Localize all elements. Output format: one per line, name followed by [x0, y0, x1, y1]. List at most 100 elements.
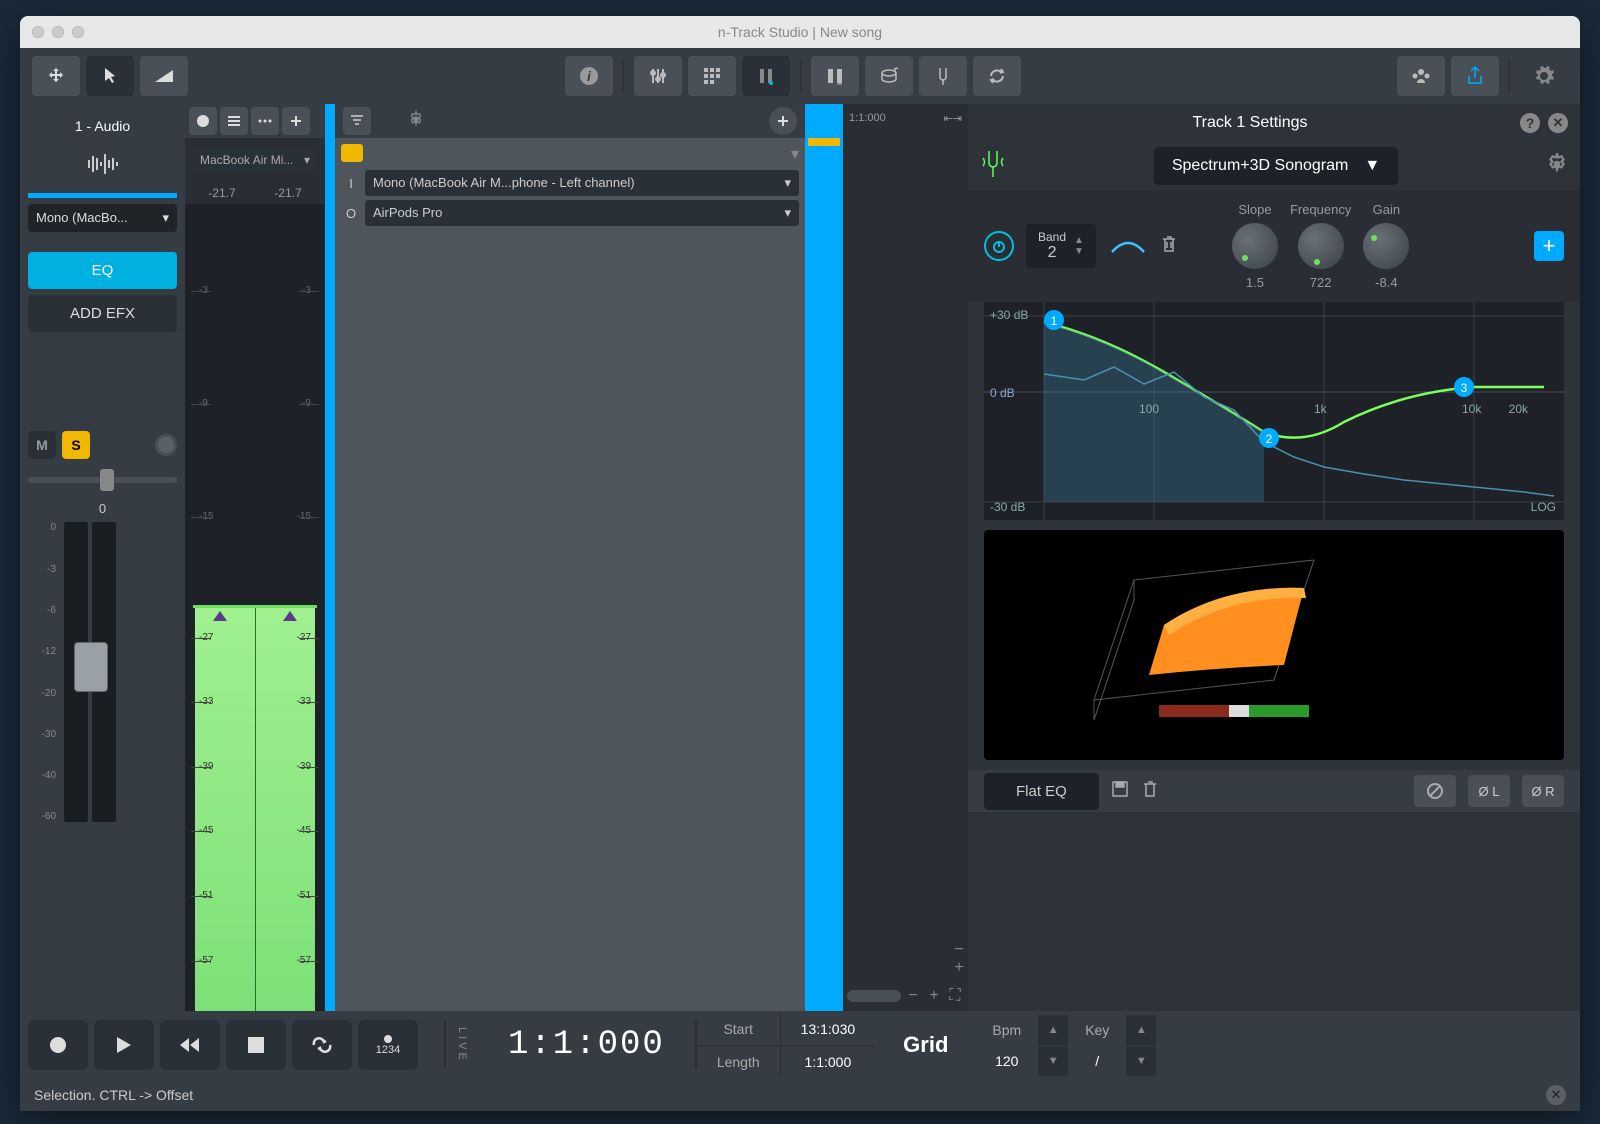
- tuning-fork-icon[interactable]: [980, 148, 1006, 185]
- input-select[interactable]: Mono (MacBo...▾: [28, 204, 177, 232]
- output-meter-display: -27-27 -33-33 -39-39 -45-45 -51-51 -57-5…: [185, 608, 325, 1012]
- phase-left-button[interactable]: Ø L: [1468, 775, 1510, 807]
- time-display[interactable]: 1:1:000: [478, 1026, 695, 1064]
- filter-icon[interactable]: [343, 107, 371, 135]
- eq-spectrum-plot[interactable]: 1 2 3 +30 dB 0 dB -30 dB 100 1k 10k 20k …: [984, 302, 1564, 520]
- track-clip-lane[interactable]: [805, 104, 843, 1011]
- v-zoom-out-button[interactable]: −: [950, 941, 968, 959]
- filter-shape-icon[interactable]: [1108, 232, 1148, 261]
- track-waveform-icon: [28, 146, 177, 187]
- stop-button[interactable]: [226, 1020, 286, 1070]
- pan-slider[interactable]: [28, 477, 177, 483]
- play-button[interactable]: [94, 1020, 154, 1070]
- menu-icon[interactable]: [220, 107, 248, 135]
- info-button[interactable]: i: [565, 56, 613, 96]
- frequency-knob[interactable]: [1298, 223, 1344, 269]
- pointer-tool-button[interactable]: [86, 56, 134, 96]
- phase-invert-button[interactable]: [1414, 775, 1456, 807]
- zoom-in-button[interactable]: +: [925, 987, 943, 1005]
- metering-button[interactable]: [742, 56, 790, 96]
- mute-button[interactable]: M: [28, 431, 56, 459]
- loop-button[interactable]: [292, 1020, 352, 1070]
- v-zoom-in-button[interactable]: +: [950, 959, 968, 977]
- device-select[interactable]: MacBook Air Mi...▾: [194, 147, 316, 173]
- phase-right-button[interactable]: Ø R: [1522, 775, 1564, 807]
- fade-tool-button[interactable]: [140, 56, 188, 96]
- band-select[interactable]: Band2 ▲▼: [1026, 224, 1096, 268]
- track-output-select[interactable]: AirPods Pro▾: [365, 200, 799, 226]
- track-settings-icon[interactable]: [407, 110, 425, 133]
- track-accent-strip: [325, 104, 335, 1011]
- gain-knob[interactable]: [1363, 223, 1409, 269]
- sonogram-3d[interactable]: [984, 530, 1564, 760]
- track-solo-toggle[interactable]: [341, 144, 363, 162]
- share-button[interactable]: [1451, 56, 1499, 96]
- track-settings-panel: Track 1 Settings ? ✕ Spectrum+3D Sonogra…: [968, 104, 1580, 1011]
- delete-preset-icon[interactable]: [1141, 779, 1159, 804]
- track-level-meter: [28, 193, 177, 198]
- svg-text:2: 2: [1266, 432, 1273, 446]
- rewind-button[interactable]: [160, 1020, 220, 1070]
- record-button[interactable]: [28, 1020, 88, 1070]
- record-icon[interactable]: [189, 107, 217, 135]
- close-window-button[interactable]: [32, 26, 44, 38]
- collab-button[interactable]: [1397, 56, 1445, 96]
- add-track-button[interactable]: [769, 107, 797, 135]
- snap-mode[interactable]: Grid: [875, 1032, 976, 1058]
- drums-button[interactable]: [865, 56, 913, 96]
- eq-button[interactable]: EQ: [28, 252, 177, 289]
- svg-text:3: 3: [1461, 381, 1468, 395]
- timeline-ruler[interactable]: [843, 138, 968, 981]
- maximize-window-button[interactable]: [72, 26, 84, 38]
- slope-knob[interactable]: [1232, 223, 1278, 269]
- pan-value: 0: [28, 501, 177, 516]
- zoom-out-button[interactable]: −: [904, 987, 922, 1005]
- bpm-up-button[interactable]: ▲: [1038, 1015, 1068, 1045]
- live-indicator: LIVE: [446, 1027, 478, 1063]
- piano-roll-button[interactable]: [811, 56, 859, 96]
- mixer-button[interactable]: [634, 56, 682, 96]
- tuner-button[interactable]: [919, 56, 967, 96]
- visualizer-select[interactable]: Spectrum+3D Sonogram▼: [1154, 147, 1398, 185]
- key-up-button[interactable]: ▲: [1126, 1015, 1156, 1045]
- input-meter-display: -3-3 -9-9 -15-15: [185, 204, 325, 608]
- track-sidebar: 1 - Audio Mono (MacBo...▾ EQ ADD EFX M S…: [20, 104, 185, 1011]
- selection-info: Start13:1:030 Length1:1:000: [697, 1013, 875, 1078]
- titlebar: n-Track Studio | New song: [20, 16, 1580, 48]
- metronome-button[interactable]: 1234: [358, 1020, 418, 1070]
- fit-icon[interactable]: ⇤⇥: [944, 112, 962, 130]
- solo-button[interactable]: S: [62, 431, 90, 459]
- status-close-button[interactable]: ✕: [1546, 1085, 1566, 1105]
- panel-gear-icon[interactable]: [1546, 153, 1568, 180]
- window-title: n-Track Studio | New song: [718, 24, 882, 40]
- svg-text:i: i: [587, 68, 592, 84]
- settings-button[interactable]: [1520, 56, 1568, 96]
- eq-power-button[interactable]: [984, 231, 1014, 261]
- bpm-down-button[interactable]: ▼: [1038, 1046, 1068, 1076]
- main-toolbar: i: [20, 48, 1580, 104]
- fullscreen-button[interactable]: ⛶: [946, 987, 964, 1005]
- track-input-select[interactable]: Mono (MacBook Air M...phone - Left chann…: [365, 170, 799, 196]
- key-value[interactable]: /: [1069, 1046, 1125, 1076]
- bpm-value[interactable]: 120: [976, 1046, 1037, 1076]
- help-icon[interactable]: ?: [1520, 113, 1540, 133]
- add-band-button[interactable]: +: [1534, 231, 1564, 261]
- flat-eq-button[interactable]: Flat EQ: [984, 773, 1099, 810]
- horizontal-scrollbar[interactable]: [847, 990, 901, 1002]
- track-name-label: 1 - Audio: [28, 112, 177, 140]
- save-preset-icon[interactable]: [1111, 780, 1129, 803]
- delete-band-button[interactable]: [1160, 234, 1178, 259]
- move-tool-button[interactable]: [32, 56, 80, 96]
- add-icon[interactable]: [282, 107, 310, 135]
- status-text: Selection. CTRL -> Offset: [34, 1087, 193, 1103]
- step-sequencer-button[interactable]: [688, 56, 736, 96]
- status-bar: Selection. CTRL -> Offset ✕: [20, 1079, 1580, 1111]
- volume-fader[interactable]: 0-3-6-12-20-30-40-60: [28, 522, 177, 822]
- record-arm-button[interactable]: [155, 434, 177, 456]
- minimize-window-button[interactable]: [52, 26, 64, 38]
- more-icon[interactable]: [251, 107, 279, 135]
- add-efx-button[interactable]: ADD EFX: [28, 295, 177, 332]
- close-panel-icon[interactable]: ✕: [1548, 113, 1568, 133]
- refresh-button[interactable]: [973, 56, 1021, 96]
- key-down-button[interactable]: ▼: [1126, 1046, 1156, 1076]
